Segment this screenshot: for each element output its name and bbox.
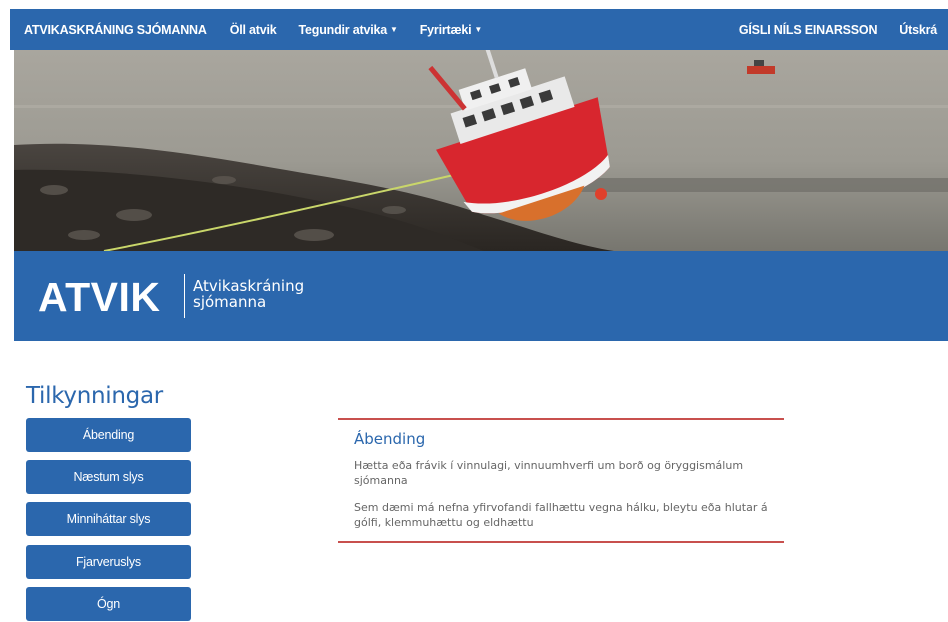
panel-examples: Sem dæmi má nefna yfirvofandi fallhættu … <box>354 501 768 529</box>
logo-subtitle-line2: sjómanna <box>193 293 267 311</box>
logo-subtitle-line1: Atvikaskráning <box>193 277 305 295</box>
report-near-miss-button[interactable]: Næstum slys <box>26 460 191 494</box>
report-tip-button[interactable]: Ábending <box>26 418 191 452</box>
atvik-logo: ATVIK <box>38 274 161 320</box>
nav-brand-link[interactable]: ATVIKASKRÁNING SJÓMANNA <box>10 23 219 37</box>
logo-divider <box>184 274 185 318</box>
nav-logout-link[interactable]: Útskrá <box>888 23 948 37</box>
panel-description: Hætta eða frávik í vinnulagi, vinnuumhve… <box>354 459 744 487</box>
nav-companies-dropdown[interactable]: Fyrirtæki ▼ <box>409 23 493 37</box>
info-panel: Ábending Hætta eða frávik í vinnulagi, v… <box>338 418 784 543</box>
top-navbar: ATVIKASKRÁNING SJÓMANNA Öll atvik Tegund… <box>10 9 948 50</box>
logo-subtitle: Atvikaskráning sjómanna <box>193 278 304 310</box>
nav-incident-types-dropdown[interactable]: Tegundir atvika ▼ <box>288 23 409 37</box>
caret-down-icon: ▼ <box>390 24 398 34</box>
report-absence-accident-button[interactable]: Fjarveruslys <box>26 545 191 579</box>
report-minor-accident-button[interactable]: Minniháttar slys <box>26 502 191 536</box>
report-threat-button[interactable]: Ógn <box>26 587 191 621</box>
sidebar-title: Tilkynningar <box>26 383 163 409</box>
banner-boat-image <box>14 50 948 251</box>
nav-right-group: GÍSLI NÍLS EINARSSON Útskrá <box>728 23 948 37</box>
nav-user-link[interactable]: GÍSLI NÍLS EINARSSON <box>728 23 888 37</box>
caret-down-icon: ▼ <box>474 24 483 34</box>
banner-photo <box>14 50 948 251</box>
panel-title: Ábending <box>354 430 426 448</box>
nav-all-incidents[interactable]: Öll atvik <box>219 23 288 37</box>
brand-banner: ATVIK Atvikaskráning sjómanna <box>14 251 948 341</box>
